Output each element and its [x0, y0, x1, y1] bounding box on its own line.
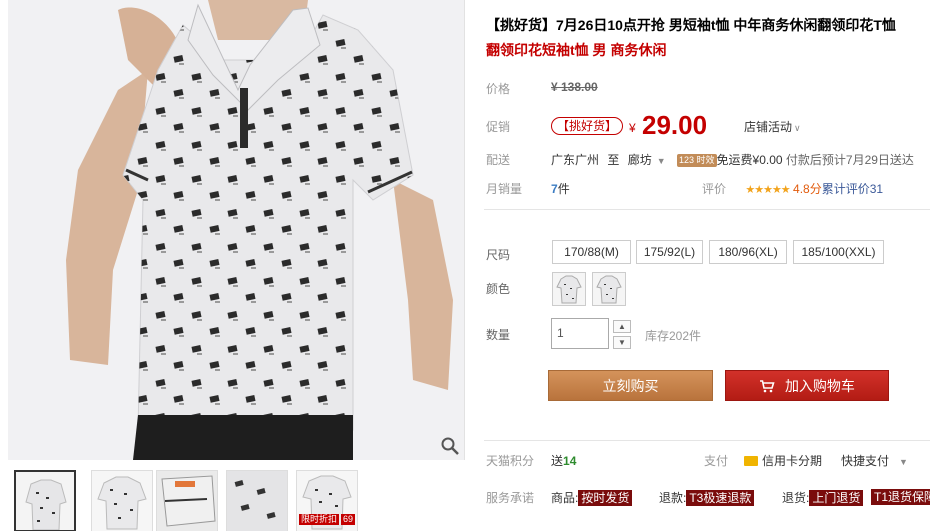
service-return-tag: 上门退货 — [809, 490, 864, 506]
tmall-points-label: 天猫积分 — [486, 454, 535, 468]
free-shipping: 免运费¥0.00 — [716, 153, 783, 167]
delivery-info: 广东广州 至 廊坊 ▼ 123 时效 免运费¥0.00 付款后预计7月29日送达 — [551, 151, 914, 168]
currency-symbol: ¥ — [629, 121, 636, 135]
thumbnail-strip: 限时折扣 69 — [14, 470, 464, 531]
promo-price: 29.00 — [642, 110, 708, 140]
service-guarantee-tag: T1退货保障 — [871, 489, 930, 505]
review-label: 评价 — [702, 182, 727, 196]
add-to-cart-label: 加入购物车 — [784, 378, 855, 394]
delivery-destination: 廊坊 — [627, 153, 652, 167]
color-label: 颜色 — [486, 282, 511, 296]
thumbnail-1[interactable] — [14, 470, 76, 531]
delivery-to-word: 至 — [607, 153, 620, 167]
review-summary[interactable]: 评价 ★★★★★ 4.8分累计评价31 — [702, 180, 883, 197]
monthly-sales-unit: 件 — [557, 182, 570, 196]
quantity-increase-button[interactable]: ▲ — [613, 320, 631, 333]
service-refund-prefix: 退款: — [659, 491, 687, 505]
service-refund-tag: T3极速退款 — [686, 490, 755, 506]
star-rating-icon: ★★★★★ — [745, 184, 790, 196]
tmall-points: 送14 — [551, 452, 576, 469]
quick-pay-dropdown[interactable]: 快捷支付 ▼ — [841, 452, 908, 469]
buy-now-button[interactable]: 立刻购买 — [548, 370, 713, 401]
service-label: 服务承诺 — [486, 491, 535, 505]
credit-installment-link[interactable]: 信用卡分期 — [744, 452, 822, 469]
service-item-refund[interactable]: 退款: T3极速退款 — [659, 489, 755, 506]
credit-installment-label: 信用卡分期 — [762, 454, 823, 468]
thumbnail-5[interactable]: 限时折扣 69 — [296, 470, 358, 531]
product-title: 【挑好货】7月26日10点开抢 男短袖t恤 中年商务休闲翻领印花T恤 — [486, 17, 896, 33]
review-score: 4.8分 — [793, 182, 822, 196]
chevron-up-icon: ▲ — [618, 322, 626, 331]
main-product-image[interactable] — [8, 0, 465, 460]
chevron-down-icon: ▼ — [618, 338, 626, 347]
monthly-sales-count: 7 — [551, 182, 558, 196]
promo-badge: 【挑好货】 — [551, 117, 624, 135]
color-option-2[interactable] — [592, 272, 626, 306]
review-text: 累计评价 — [821, 182, 870, 196]
size-label: 尺码 — [486, 248, 511, 262]
price-label: 价格 — [486, 82, 511, 96]
caret-down-icon: ▼ — [656, 156, 666, 166]
quick-pay-label: 快捷支付 — [841, 454, 890, 468]
thumbnail-4[interactable] — [226, 470, 288, 531]
shop-activity-dropdown[interactable]: 店铺活动 ∨ — [744, 118, 801, 135]
quantity-input[interactable]: 1 — [551, 318, 609, 349]
zoom-icon[interactable] — [440, 436, 460, 456]
quantity-label: 数量 — [486, 328, 511, 342]
delivery-eta: 付款后预计7月29日送达 — [785, 153, 914, 167]
size-option-m[interactable]: 170/88(M) — [552, 240, 631, 264]
delivery-label: 配送 — [486, 153, 511, 167]
service-shipping-tag: 按时发货 — [578, 490, 633, 506]
thumbnail-2[interactable] — [91, 470, 153, 531]
color-option-1[interactable] — [552, 272, 586, 306]
monthly-sales-label: 月销量 — [486, 182, 523, 196]
service-item-return[interactable]: 退货: 上门退货 — [782, 489, 864, 506]
payment-label: 支付 — [704, 454, 729, 468]
product-subtitle: 翻领印花短袖t恤 男 商务休闲 — [486, 42, 667, 58]
time-guarantee-tag: 123 时效 — [677, 154, 717, 167]
stock-count: 库存202件 — [645, 329, 702, 343]
promo-label: 促销 — [486, 120, 511, 134]
delivery-destination-select[interactable]: 廊坊 ▼ — [628, 153, 666, 167]
divider — [484, 440, 930, 441]
tmall-points-prefix: 送 — [551, 454, 564, 468]
thumbnail-price-tag: 69 — [340, 514, 355, 525]
service-return-prefix: 退货: — [782, 491, 810, 505]
chevron-down-icon: ∨ — [794, 123, 801, 133]
credit-card-icon — [744, 456, 758, 466]
monthly-sales: 7件 — [551, 180, 570, 197]
review-count: 31 — [869, 182, 884, 196]
thumbnail-discount-tag: 限时折扣 — [299, 514, 340, 525]
caret-down-icon: ▼ — [899, 457, 908, 467]
shop-activity-label: 店铺活动 — [744, 120, 793, 134]
thumbnail-3[interactable] — [156, 470, 218, 531]
service-shipping-prefix: 商品: — [551, 491, 579, 505]
divider — [484, 209, 930, 210]
tmall-points-value: 14 — [563, 454, 577, 468]
original-price-value: ¥ 138.00 — [551, 80, 598, 94]
size-option-xxl[interactable]: 185/100(XXL) — [793, 240, 884, 264]
delivery-from: 广东广州 — [551, 153, 600, 167]
cart-icon — [759, 378, 779, 394]
original-price: ¥ 138.00 — [551, 80, 598, 94]
add-to-cart-button[interactable]: 加入购物车 — [725, 370, 889, 401]
service-item-shipping[interactable]: 商品: 按时发货 — [551, 489, 633, 506]
service-item-guarantee[interactable]: T1退货保障 — [871, 489, 930, 505]
quantity-decrease-button[interactable]: ▼ — [613, 336, 631, 349]
size-option-l[interactable]: 175/92(L) — [636, 240, 703, 264]
size-option-xl[interactable]: 180/96(XL) — [709, 240, 787, 264]
